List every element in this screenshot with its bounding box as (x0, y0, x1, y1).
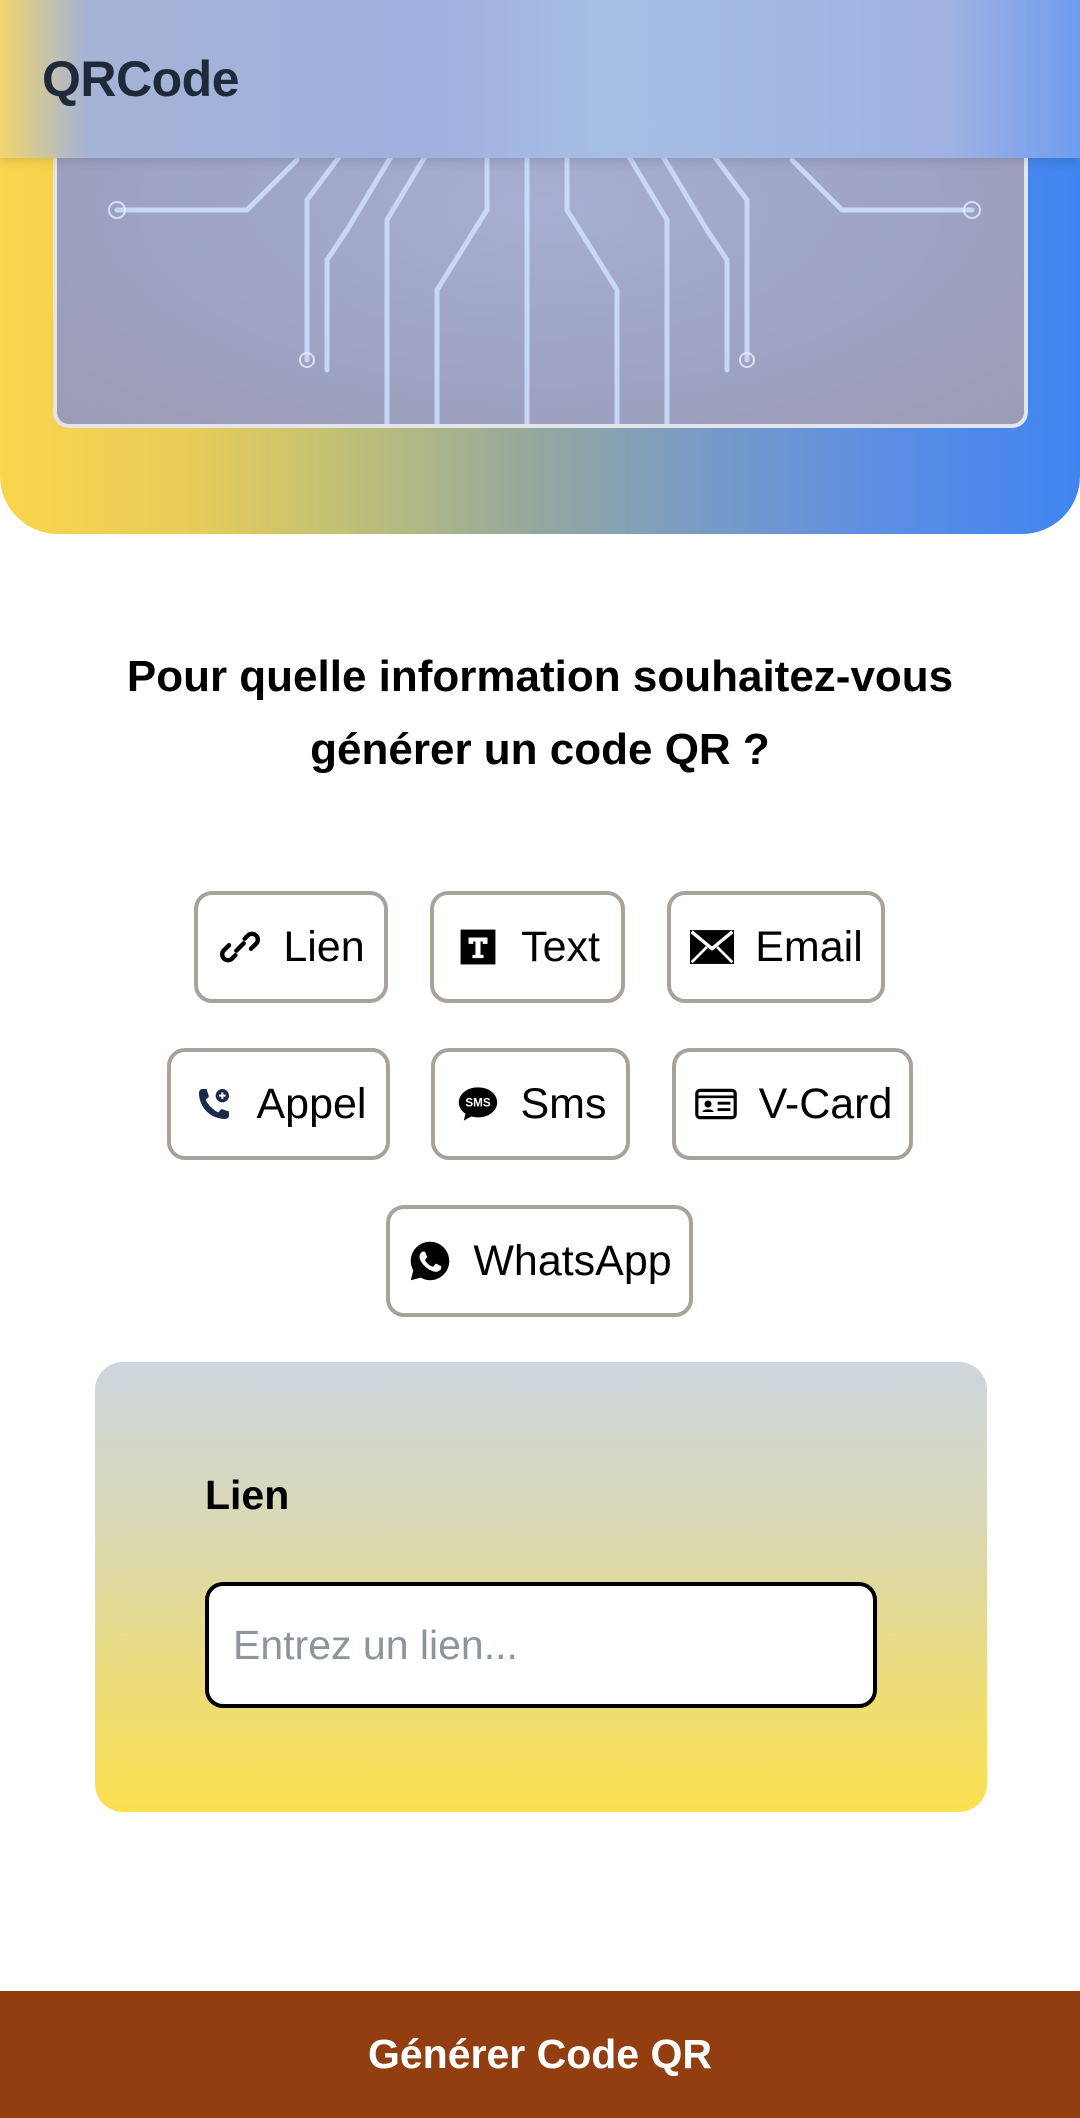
id-card-icon (693, 1081, 739, 1127)
type-chip-lien[interactable]: Lien (194, 891, 388, 1003)
text-icon (455, 924, 501, 970)
phone-icon (191, 1081, 237, 1127)
link-icon (217, 924, 263, 970)
type-chip-label: Appel (256, 1079, 367, 1128)
generate-qr-button[interactable]: Générer Code QR (0, 1991, 1080, 2118)
type-chip-label: WhatsApp (473, 1236, 672, 1285)
type-chip-label: Email (755, 922, 863, 971)
type-chip-label: Sms (520, 1079, 607, 1128)
question-heading: Pour quelle information souhaitez-vous g… (126, 652, 954, 774)
type-chip-label: Lien (283, 922, 365, 971)
type-chip-label: Text (521, 922, 600, 971)
app-title: QRCode (42, 51, 240, 107)
type-chip-sms[interactable]: SMS Sms (431, 1048, 630, 1160)
type-chip-appel[interactable]: Appel (167, 1048, 390, 1160)
sms-icon: SMS (455, 1081, 501, 1127)
type-chip-label: V-Card (758, 1079, 893, 1128)
type-chip-email[interactable]: Email (667, 891, 885, 1003)
type-chip-text[interactable]: Text (430, 891, 625, 1003)
app-bar: QRCode (0, 0, 1080, 158)
input-label: Lien (205, 1472, 290, 1518)
envelope-icon (689, 924, 735, 970)
type-chip-vcard[interactable]: V-Card (672, 1048, 913, 1160)
whatsapp-icon (407, 1238, 453, 1284)
svg-text:SMS: SMS (465, 1097, 490, 1110)
link-input[interactable] (205, 1582, 877, 1708)
input-card: Lien (95, 1362, 987, 1812)
type-chip-whatsapp[interactable]: WhatsApp (386, 1205, 693, 1317)
